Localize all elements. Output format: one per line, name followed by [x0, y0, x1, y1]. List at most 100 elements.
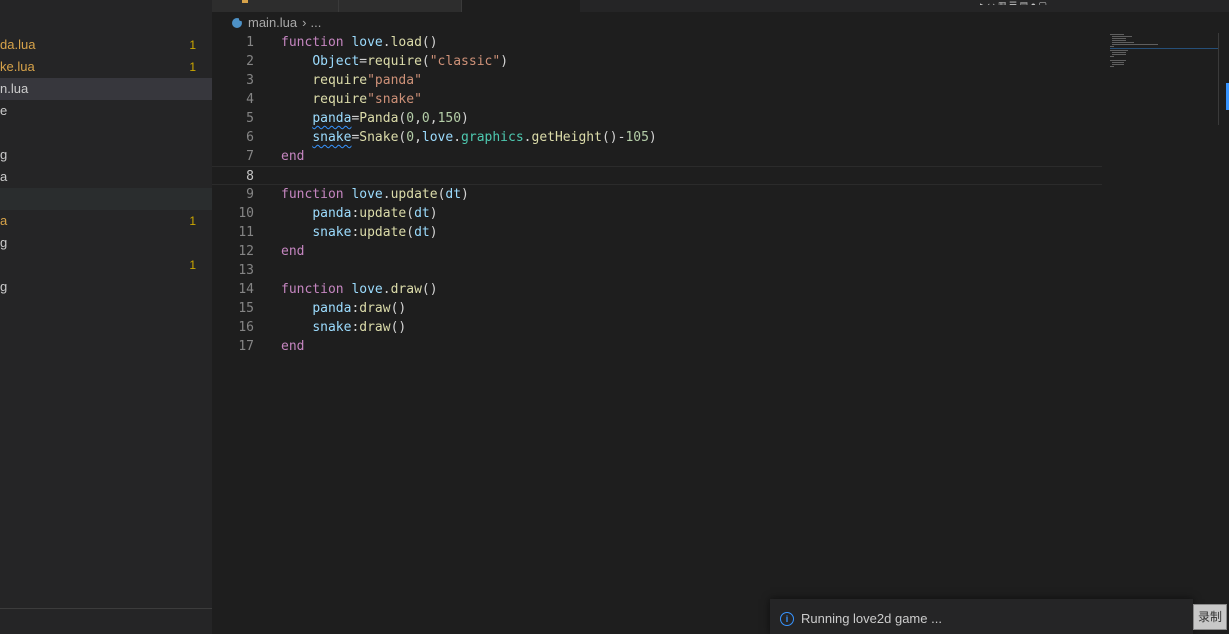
code-token: love [351, 282, 383, 297]
sidebar-item-label: g [0, 147, 8, 162]
code-token: , [414, 111, 422, 126]
code-token: () [390, 301, 407, 316]
code-token: 105 [625, 130, 649, 145]
tab-bar: ▸ ‹ › ▥ ☰ ▤ ● ▢ [212, 0, 1229, 12]
code-text: function love.draw() [281, 280, 438, 299]
code-text: Object=require("classic") [281, 52, 508, 71]
minimap[interactable] [1102, 33, 1218, 83]
breadcrumb: main.lua ›... [232, 14, 321, 32]
code-token: dt [445, 187, 462, 202]
code-token: ( [406, 206, 415, 221]
code-token: update [359, 206, 407, 221]
problem-count-badge: 1 [189, 258, 196, 272]
tab-main-lua[interactable] [462, 0, 580, 12]
record-button[interactable]: 录制 [1193, 604, 1227, 630]
sidebar-file-item[interactable]: ke.lua 1 [0, 56, 212, 78]
code-line[interactable]: 7 end [212, 147, 1102, 166]
code-token: ) [429, 206, 438, 221]
sidebar-item-label: a [0, 213, 8, 228]
info-icon: i [780, 612, 794, 626]
breadcrumb-more[interactable]: ... [310, 15, 321, 30]
code-token: love [351, 187, 383, 202]
code-token: "panda" [367, 73, 422, 88]
code-line[interactable]: 3 require"panda" [212, 71, 1102, 90]
code-token: . [523, 130, 532, 145]
code-text: require"panda" [281, 71, 422, 90]
code-token: () [390, 320, 407, 335]
sidebar-item-label: ke.lua [0, 59, 35, 74]
sidebar-file-item[interactable] [0, 188, 212, 210]
line-number: 3 [246, 73, 254, 88]
code-token: "classic" [429, 54, 501, 69]
tab-1[interactable] [212, 0, 338, 12]
code-line[interactable]: 17 end [212, 337, 1102, 356]
code-token: . [382, 35, 391, 50]
code-text: end [281, 147, 304, 166]
sidebar-file-item[interactable]: n.lua [0, 78, 212, 100]
code-line[interactable]: 4 require"snake" [212, 90, 1102, 109]
code-text: function love.update(dt) [281, 185, 469, 204]
code-line[interactable]: 1 function love.load() [212, 33, 1102, 52]
editor-actions[interactable]: ▸ ‹ › ▥ ☰ ▤ ● ▢ [980, 0, 1200, 5]
sidebar-item-label: g [0, 235, 8, 250]
code-text: snake:draw() [281, 318, 406, 337]
code-token: Panda [359, 111, 399, 126]
code-line[interactable]: 6 snake=Snake(0,love.graphics.getHeight(… [212, 128, 1102, 147]
code-line[interactable]: 11 snake:update(dt) [212, 223, 1102, 242]
code-token: end [281, 244, 305, 259]
code-token: Snake [359, 130, 399, 145]
code-token: getHeight [531, 130, 602, 145]
sidebar-item-label: da.lua [0, 37, 36, 52]
sidebar-item-label: n.lua [0, 81, 29, 96]
code-line[interactable]: 8 [212, 166, 1102, 185]
code-token: update [390, 187, 438, 202]
code-line[interactable]: 9 function love.update(dt) [212, 185, 1102, 204]
sidebar-file-item[interactable]: g [0, 144, 212, 166]
code-token: ) [429, 225, 438, 240]
sidebar-file-item[interactable]: e [0, 100, 212, 122]
line-number: 6 [246, 130, 254, 145]
sidebar-file-item[interactable]: da.lua 1 [0, 34, 212, 56]
line-number: 2 [246, 54, 254, 69]
code-token: draw [359, 320, 391, 335]
code-token: graphics [461, 130, 524, 145]
sidebar-file-item[interactable]: g [0, 232, 212, 254]
code-line[interactable]: 12 end [212, 242, 1102, 261]
code-token: panda [312, 301, 352, 316]
code-token: 0 [421, 111, 430, 126]
vertical-scrollbar[interactable] [1218, 33, 1229, 125]
code-line[interactable]: 5 panda=Panda(0,0,150) [212, 109, 1102, 128]
code-token: , [414, 130, 422, 145]
sidebar-divider [0, 608, 212, 609]
sidebar-file-item[interactable]: a [0, 166, 212, 188]
code-token: end [281, 149, 305, 164]
code-token: dt [414, 225, 430, 240]
sidebar-file-item[interactable]: 1 [0, 254, 212, 276]
code-token: function [281, 187, 352, 202]
tab-2[interactable] [339, 0, 461, 12]
line-number: 17 [238, 339, 254, 354]
code-token: ()- [601, 130, 626, 145]
sidebar-item-label: g [0, 279, 8, 294]
code-line[interactable]: 14 function love.draw() [212, 280, 1102, 299]
code-token: dt [414, 206, 430, 221]
code-line[interactable]: 10 panda:update(dt) [212, 204, 1102, 223]
code-token: ( [421, 54, 430, 69]
code-token: snake [312, 320, 352, 335]
code-line[interactable]: 13 [212, 261, 1102, 280]
sidebar-file-item[interactable]: g [0, 276, 212, 298]
line-number: 10 [238, 206, 254, 221]
chevron-right-icon: › [302, 15, 307, 30]
breadcrumb-file[interactable]: main.lua [248, 15, 297, 30]
sidebar-file-item[interactable] [0, 122, 212, 144]
code-text: snake=Snake(0,love.graphics.getHeight()-… [281, 128, 656, 147]
code-token: , [429, 111, 438, 126]
problem-count-badge: 1 [189, 38, 196, 52]
line-number: 16 [238, 320, 254, 335]
code-line[interactable]: 2 Object=require("classic") [212, 52, 1102, 71]
code-line[interactable]: 16 snake:draw() [212, 318, 1102, 337]
sidebar-file-item[interactable]: a1 [0, 210, 212, 232]
code-line[interactable]: 15 panda:draw() [212, 299, 1102, 318]
